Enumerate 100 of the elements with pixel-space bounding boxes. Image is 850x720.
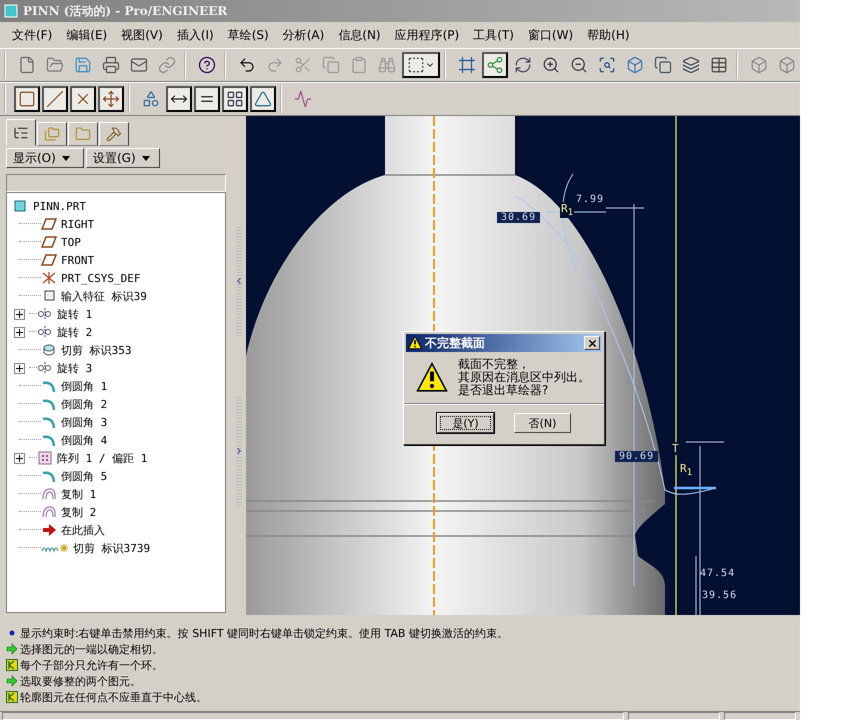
dialog-button[interactable]: 是(Y) — [437, 413, 494, 433]
tree-item[interactable]: 切剪 标识353 — [7, 341, 225, 359]
tree-item[interactable]: PRT_CSYS_DEF — [7, 269, 225, 287]
toolbar-button[interactable] — [250, 86, 276, 112]
menu-item[interactable]: 分析(A) — [276, 24, 330, 46]
dialog-title: 不完整截面 — [425, 334, 486, 352]
dimension-label[interactable]: 7.99 — [572, 194, 608, 205]
cube-icon — [4, 4, 18, 18]
window-title: PINN (活动的) - Pro/ENGINEER — [23, 2, 228, 20]
dimension-label[interactable]: 90.69 — [615, 451, 658, 462]
close-button[interactable] — [584, 336, 600, 350]
expand-toggle[interactable] — [14, 452, 25, 464]
tree-item[interactable]: FRONT — [7, 251, 225, 269]
stacked-squares-icon — [654, 56, 672, 74]
menu-item[interactable]: 草绘(S) — [222, 24, 275, 46]
caret-icon — [62, 156, 70, 160]
tree-item[interactable]: 倒圆角 2 — [7, 395, 225, 413]
tree-item[interactable]: TOP — [7, 233, 225, 251]
redo-icon — [266, 56, 284, 74]
toolbar-button[interactable] — [70, 86, 96, 112]
message-text: 选取要修整的两个图元。 — [20, 674, 141, 688]
menu-item[interactable]: 视图(V) — [115, 24, 169, 46]
dropdown-button[interactable]: 显示(O) — [6, 148, 84, 168]
menu-item[interactable]: 信息(N) — [332, 24, 387, 46]
toolbar-button[interactable] — [42, 86, 68, 112]
tree-item[interactable]: 旋转 3 — [7, 359, 225, 377]
tree-item[interactable]: 倒圆角 3 — [7, 413, 225, 431]
dimension-label[interactable]: 30.69 — [497, 212, 540, 223]
zoom-out-icon — [570, 56, 588, 74]
menu-item[interactable]: 帮助(H) — [581, 24, 636, 46]
folder-icon — [46, 56, 64, 74]
expand-toggle[interactable] — [14, 362, 25, 374]
tree-item[interactable]: 倒圆角 1 — [7, 377, 225, 395]
expand-toggle[interactable] — [14, 308, 25, 320]
toolbar-button[interactable] — [482, 52, 508, 78]
menu-item[interactable]: 窗口(W) — [522, 24, 580, 46]
revolve-icon — [37, 325, 53, 339]
printer-icon — [102, 56, 120, 74]
dimension-label[interactable]: 39.56 — [698, 590, 742, 601]
flag-box-icon — [6, 691, 18, 703]
arrow-icon — [41, 523, 57, 537]
cube-icon — [626, 56, 644, 74]
round-icon — [41, 433, 57, 447]
panel-tab[interactable] — [68, 122, 98, 146]
help-icon — [198, 56, 216, 74]
tree-item[interactable]: PINN.PRT — [7, 197, 225, 215]
tree-item[interactable]: 切剪 标识3739 — [7, 539, 225, 557]
round-icon — [41, 397, 57, 411]
tree-item[interactable]: RIGHT — [7, 215, 225, 233]
panel-tab[interactable] — [37, 122, 67, 146]
dialog-button[interactable]: 否(N) — [514, 413, 571, 433]
folders-icon — [44, 126, 60, 142]
dialog-message-line: 是否退出草绘器? — [458, 384, 550, 397]
triangle-icon — [254, 90, 272, 108]
menu-item[interactable]: 工具(T) — [467, 24, 520, 46]
tree-item[interactable]: 在此插入 — [7, 521, 225, 539]
plus-icon — [16, 364, 23, 372]
tree-item[interactable]: 复制 1 — [7, 485, 225, 503]
tree-item[interactable]: 输入特征 标识39 — [7, 287, 225, 305]
toolbar-button[interactable] — [14, 86, 40, 112]
dialog-message-line: 截面不完整， — [458, 358, 531, 371]
axes-icon — [102, 90, 120, 108]
parallelogram-icon — [18, 90, 36, 108]
folder-icon — [75, 126, 91, 142]
panel-tab[interactable] — [6, 119, 36, 146]
tree-item[interactable]: 倒圆角 5 — [7, 467, 225, 485]
refresh-icon — [514, 56, 532, 74]
grid-dots-icon — [37, 451, 53, 465]
menu-item[interactable]: 插入(I) — [170, 24, 220, 46]
arc-icon — [41, 487, 57, 501]
plus-icon — [16, 328, 23, 336]
layers-icon — [682, 56, 700, 74]
round-icon — [41, 469, 57, 483]
panel-tab[interactable] — [99, 122, 129, 146]
round-icon — [41, 379, 57, 393]
parallelogram-icon — [41, 217, 57, 231]
dropdown-button[interactable]: 设置(G) — [86, 148, 160, 168]
toolbar-button[interactable] — [166, 86, 192, 112]
table-icon — [710, 56, 728, 74]
tree-item[interactable]: 复制 2 — [7, 503, 225, 521]
tree-item[interactable]: 旋转 2 — [7, 323, 225, 341]
expand-toggle[interactable] — [14, 326, 25, 338]
toolbar-button[interactable] — [98, 86, 124, 112]
tree-item[interactable]: 倒圆角 4 — [7, 431, 225, 449]
parallelogram-icon — [41, 253, 57, 267]
frame-icon — [458, 56, 476, 74]
menu-item[interactable]: 文件(F) — [6, 24, 58, 46]
slash-icon — [46, 90, 64, 108]
plus-icon — [16, 454, 23, 462]
dimension-label[interactable]: 47.54 — [696, 568, 740, 579]
menu-item[interactable]: 编辑(E) — [60, 24, 114, 46]
toolbar-button[interactable] — [402, 52, 440, 78]
floppy-icon — [74, 56, 92, 74]
wave-icon — [294, 90, 312, 108]
toolbar-button[interactable] — [194, 86, 220, 112]
toolbar-button[interactable] — [222, 86, 248, 112]
menu-item[interactable]: 应用程序(P) — [388, 24, 466, 46]
tree-item[interactable]: 阵列 1 / 偏距 1 — [7, 449, 225, 467]
plus-icon — [16, 310, 23, 318]
tree-item[interactable]: 旋转 1 — [7, 305, 225, 323]
